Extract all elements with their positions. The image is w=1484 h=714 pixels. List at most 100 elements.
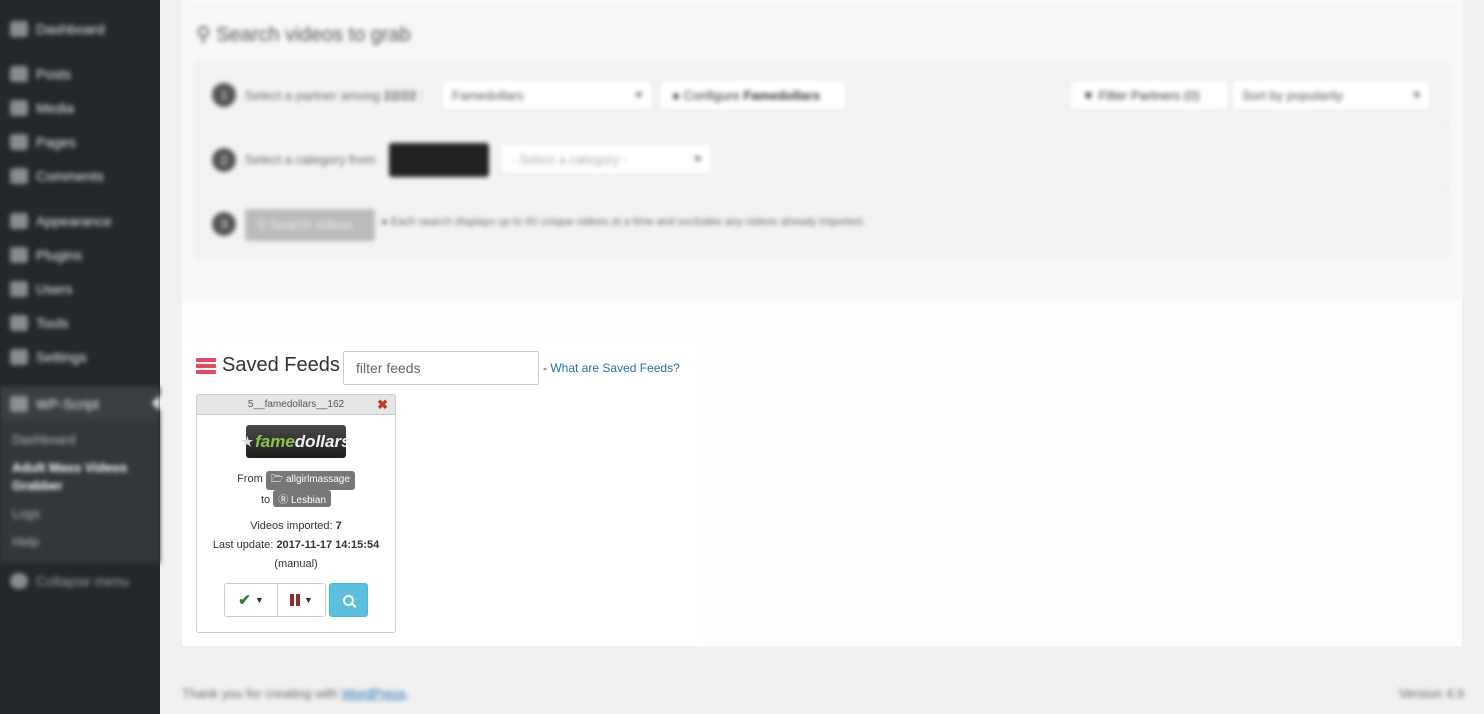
step-2-label: Select a category from — [245, 152, 376, 167]
search-steps: 1 Select a partner among 22/22 : Famedol… — [196, 62, 1448, 258]
partner-select[interactable]: Famedollars — [441, 79, 653, 111]
step-3-number-icon: 3 — [212, 212, 236, 236]
plug-icon — [10, 247, 28, 263]
sidebar-item-label: Pages — [36, 134, 76, 150]
sidebar-item-comments[interactable]: Comments — [0, 162, 160, 190]
videos-imported-label: Videos imported: — [250, 520, 333, 532]
videos-imported-count: 7 — [335, 520, 342, 532]
step-1-row: 1 Select a partner among 22/22 : Famedol… — [197, 63, 1447, 127]
to-label: to — [260, 494, 271, 506]
link-prefix: - — [543, 361, 547, 375]
sidebar-item-tools[interactable]: Tools — [0, 309, 160, 337]
feed-actions-group: ✔ ▼ ▼ — [224, 583, 326, 617]
submenu-item-help[interactable]: Help — [12, 534, 39, 549]
main-content: ⚲ Search videos to grab 1 Select a partn… — [182, 0, 1462, 646]
collapse-icon — [10, 573, 28, 589]
category-select[interactable]: - Select a category - — [500, 143, 712, 175]
sidebar-item-label: WP-Script — [36, 396, 99, 412]
search-button-label: Search videos — [270, 217, 353, 232]
update-mode: (manual) — [274, 558, 318, 570]
pages-icon — [10, 134, 28, 150]
sidebar-item-posts[interactable]: Posts — [0, 60, 160, 88]
source-category-name: allgirlmassage — [286, 474, 350, 485]
pause-feed-dropdown-button[interactable]: ▼ — [277, 584, 325, 616]
info-icon: ● — [381, 216, 388, 228]
feed-to-line: to Ⓡ Lesbian — [197, 490, 395, 507]
users-icon — [10, 281, 28, 297]
famedollars-logo: ★ fame dollars — [241, 425, 351, 458]
check-icon: ✔ — [238, 592, 251, 609]
partner-count: 22/22 — [383, 88, 417, 103]
wp-script-submenu: Dashboard Adult Mass Videos Grabber Logs… — [0, 421, 160, 563]
footer-thanks: Thank you for creating with WordPress. — [182, 686, 410, 701]
settings-icon — [10, 349, 28, 365]
search-videos-button[interactable]: ⚲ Search videos — [245, 209, 375, 241]
filter-feeds-input[interactable] — [343, 351, 539, 385]
sort-select[interactable]: Sort by popularity — [1231, 79, 1431, 111]
feed-id: 5__famedollars__162 — [247, 399, 345, 410]
admin-sidebar: Dashboard Posts Media Pages Comments App… — [0, 0, 160, 714]
media-icon — [10, 100, 28, 116]
last-update-line: Last update: 2017-11-17 14:15:54 — [197, 539, 395, 551]
sidebar-item-label: Dashboard — [36, 21, 105, 37]
sidebar-item-appearance[interactable]: Appearance — [0, 207, 160, 235]
play-icon — [10, 396, 28, 412]
comment-icon — [10, 168, 28, 184]
feed-card-header: 5__famedollars__162 ✖ — [197, 395, 395, 415]
source-category-tag: 🗁 allgirlmassage — [265, 471, 355, 490]
filter-partners-button[interactable]: ▼ Filter Partners (0) — [1069, 79, 1229, 111]
sidebar-item-plugins[interactable]: Plugins — [0, 241, 160, 269]
wordpress-link[interactable]: WordPress — [342, 686, 406, 701]
sidebar-item-users[interactable]: Users — [0, 275, 160, 303]
step-2-row: 2 Select a category from - Select a cate… — [197, 127, 1447, 191]
configure-partner-name: Famedollars — [743, 88, 821, 103]
step-3-note-text: Each search displays up to 60 unique vid… — [390, 216, 866, 228]
search-feed-button[interactable] — [329, 583, 368, 617]
star-icon: ★ — [241, 433, 254, 449]
footer-thanks-text: Thank you for creating with — [182, 686, 339, 701]
search-title-text: Search videos to grab — [216, 24, 411, 46]
pause-icon — [290, 594, 301, 606]
filter-partners-label: Filter Partners (0) — [1098, 88, 1200, 103]
what-are-saved-feeds-link[interactable]: What are Saved Feeds? — [550, 361, 679, 375]
sidebar-item-media[interactable]: Media — [0, 94, 160, 122]
sidebar-item-settings[interactable]: Settings — [0, 343, 160, 371]
submenu-item-dashboard[interactable]: Dashboard — [12, 432, 76, 447]
from-label: From — [237, 473, 263, 485]
sidebar-item-label: Tools — [36, 315, 69, 331]
sidebar-item-wp-script[interactable]: WP-Script — [0, 387, 160, 421]
configure-partner-button[interactable]: ● Configure Famedollars — [659, 79, 847, 111]
search-title: ⚲ Search videos to grab — [196, 22, 411, 47]
sidebar-item-label: Users — [36, 281, 73, 297]
search-icon: ⚲ — [257, 217, 267, 232]
sidebar-item-label: Plugins — [36, 247, 82, 263]
videos-imported-line: Videos imported: 7 — [197, 520, 395, 532]
submenu-item-adult-mass-videos-grabber[interactable]: Adult Mass Videos Grabber — [12, 459, 142, 495]
feed-from-line: From 🗁 allgirlmassage — [197, 471, 395, 490]
search-icon: ⚲ — [196, 24, 211, 46]
last-update-value: 2017-11-17 14:15:54 — [276, 539, 380, 551]
footer-version: Version 4.9 — [1398, 686, 1464, 701]
feed-card: 5__famedollars__162 ✖ ★ fame dollars From … — [196, 394, 396, 633]
step-3-row: 3 ● Each search displays up to 60 unique… — [197, 191, 1447, 255]
logo-text-dollars: dollars — [294, 431, 351, 451]
sidebar-item-label: Media — [36, 100, 75, 116]
caret-down-icon: ▼ — [254, 595, 264, 605]
wrench-icon — [10, 315, 28, 331]
search-icon — [343, 594, 354, 606]
step-2-number-icon: 2 — [212, 148, 236, 172]
delete-feed-icon[interactable]: ✖ — [377, 395, 388, 415]
target-category-tag: Ⓡ Lesbian — [273, 490, 332, 507]
wordpress-icon: Ⓡ — [278, 495, 289, 506]
submenu-item-logs[interactable]: Logs — [12, 506, 40, 521]
enable-feed-dropdown-button[interactable]: ✔ ▼ — [225, 584, 277, 616]
collapse-menu-button[interactable]: Collapse menu — [0, 567, 160, 595]
sidebar-item-label: Posts — [36, 66, 72, 82]
sidebar-item-pages[interactable]: Pages — [0, 128, 160, 156]
sidebar-item-dashboard[interactable]: Dashboard — [0, 15, 160, 43]
sidebar-item-label: Comments — [36, 168, 104, 184]
dashboard-icon — [10, 21, 28, 37]
last-update-label: Last update: — [212, 539, 274, 551]
configure-label: Configure — [683, 88, 740, 103]
caret-down-icon: ▼ — [304, 595, 313, 605]
